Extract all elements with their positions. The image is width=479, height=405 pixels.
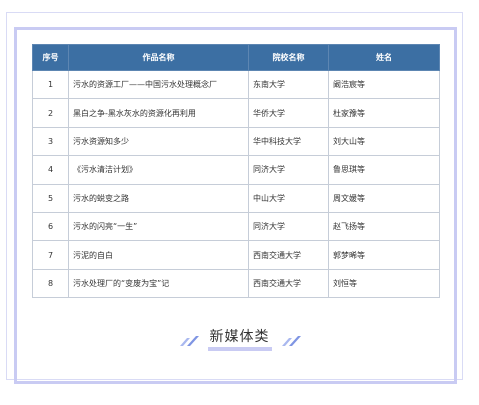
cell-number: 8	[32, 268, 69, 299]
cell-school: 华中科技大学	[248, 126, 329, 157]
cell-school: 中山大学	[248, 183, 329, 213]
cell-work-title: 黑白之争-黑水灰水的资源化再利用	[68, 98, 249, 128]
cell-work-title: 污水处理厂的“变废为宝”记	[68, 268, 249, 299]
cell-work-title: 污水的闪亮“一生”	[68, 211, 249, 242]
double-slash-icon	[281, 336, 301, 346]
table-row: 7 污泥的自白 西南交通大学 郭梦晞等	[32, 240, 440, 270]
cell-school: 同济大学	[248, 211, 329, 242]
cell-work-title: 污水的蜕变之路	[68, 183, 249, 213]
cell-name: 赵飞扬等	[328, 211, 440, 242]
cell-name: 杜家豫等	[328, 98, 440, 128]
cell-school: 同济大学	[248, 155, 329, 185]
table-row: 4 《污水清洁计划》 同济大学 鲁思琪等	[32, 155, 440, 185]
cell-number: 3	[32, 126, 69, 157]
cell-name: 阚浩宸等	[328, 70, 440, 100]
cell-name: 周文媛等	[328, 183, 440, 213]
cell-work-title: 污泥的自白	[68, 240, 249, 270]
header-work-title: 作品名称	[68, 44, 249, 71]
cell-work-title: 《污水清洁计划》	[68, 155, 249, 185]
table-card: 序号 作品名称 院校名称 姓名 1 污水的资源工厂——中国污水处理概念厂 东南大…	[28, 40, 440, 362]
double-slash-icon	[179, 336, 199, 346]
awards-table: 序号 作品名称 院校名称 姓名 1 污水的资源工厂——中国污水处理概念厂 东南大…	[32, 44, 440, 299]
cell-number: 1	[32, 70, 69, 100]
cell-school: 华侨大学	[248, 98, 329, 128]
table-header-row: 序号 作品名称 院校名称 姓名	[32, 44, 440, 71]
cell-name: 郭梦晞等	[328, 240, 440, 270]
cell-number: 4	[32, 155, 69, 185]
section-title: 新媒体类	[207, 329, 272, 351]
header-school: 院校名称	[248, 44, 329, 71]
header-number: 序号	[32, 44, 69, 71]
table-row: 6 污水的闪亮“一生” 同济大学 赵飞扬等	[32, 211, 440, 242]
page: 序号 作品名称 院校名称 姓名 1 污水的资源工厂——中国污水处理概念厂 东南大…	[0, 0, 479, 405]
header-name: 姓名	[328, 44, 440, 71]
table-row: 2 黑白之争-黑水灰水的资源化再利用 华侨大学 杜家豫等	[32, 98, 440, 128]
table-row: 1 污水的资源工厂——中国污水处理概念厂 东南大学 阚浩宸等	[32, 70, 440, 100]
cell-number: 7	[32, 240, 69, 270]
cell-number: 6	[32, 211, 69, 242]
table-row: 8 污水处理厂的“变废为宝”记 西南交通大学 刘恒等	[32, 268, 440, 299]
cell-school: 东南大学	[248, 70, 329, 100]
cell-name: 刘恒等	[328, 268, 440, 299]
cell-work-title: 污水的资源工厂——中国污水处理概念厂	[68, 70, 249, 100]
cell-number: 5	[32, 183, 69, 213]
cell-school: 西南交通大学	[248, 240, 329, 270]
section-heading: 新媒体类	[0, 329, 479, 351]
table-row: 3 污水资源知多少 华中科技大学 刘大山等	[32, 126, 440, 157]
cell-number: 2	[32, 98, 69, 128]
cell-work-title: 污水资源知多少	[68, 126, 249, 157]
cell-name: 鲁思琪等	[328, 155, 440, 185]
cell-school: 西南交通大学	[248, 268, 329, 299]
table-row: 5 污水的蜕变之路 中山大学 周文媛等	[32, 183, 440, 213]
cell-name: 刘大山等	[328, 126, 440, 157]
